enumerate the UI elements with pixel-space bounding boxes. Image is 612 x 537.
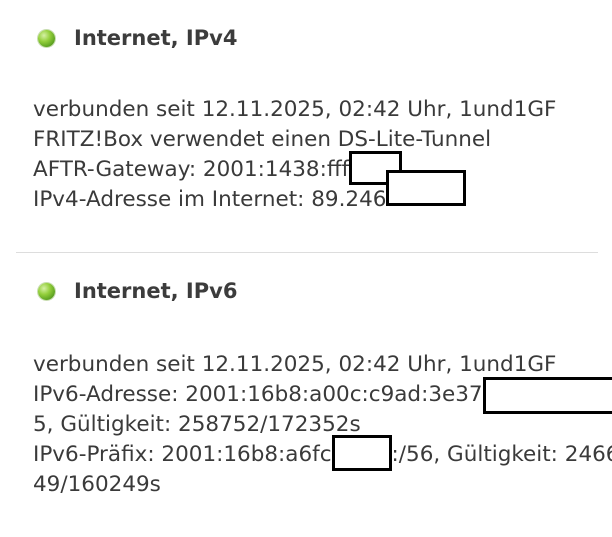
ipv6-prefix-line: IPv6-Präfix: 2001:16b8:a6fc :/56, Gültigk…: [33, 435, 612, 471]
green-status-dot-icon: [38, 282, 55, 300]
ipv6-prefix-text: IPv6-Präfix: 2001:16b8:a6fc: [33, 442, 332, 467]
aftr-gateway-text: AFTR-Gateway: 2001:1438:fff: [33, 157, 350, 182]
ipv6-address-validity: 5, Gültigkeit: 258752/172352s: [33, 412, 361, 437]
green-status-dot-icon: [38, 29, 55, 47]
ipv6-prefix-validity: :/56, Gültigkeit: 2466: [391, 442, 612, 467]
ipv6-details: verbunden seit 12.11.2025, 02:42 Uhr, 1u…: [33, 350, 612, 500]
ipv4-title: Internet, IPv4: [74, 26, 238, 50]
ipv4-connected-since: verbunden seit 12.11.2025, 02:42 Uhr, 1u…: [33, 97, 557, 122]
ipv4-address-text: IPv4-Adresse im Internet: 89.246: [33, 187, 387, 212]
ipv6-header: Internet, IPv6: [38, 277, 237, 305]
ipv4-address-line: IPv4-Adresse im Internet: 89.246: [33, 170, 556, 215]
redaction-box: [386, 170, 467, 206]
ipv4-status-section: Internet, IPv4 verbunden seit 12.11.2025…: [0, 0, 612, 252]
aftr-gateway-line: AFTR-Gateway: 2001:1438:fff: [33, 151, 556, 185]
ipv6-connected-since: verbunden seit 12.11.2025, 02:42 Uhr, 1u…: [33, 352, 557, 377]
ipv6-title: Internet, IPv6: [74, 279, 238, 303]
ipv6-address-line: IPv6-Adresse: 2001:16b8:a00c:c9ad:3e37: [33, 377, 612, 414]
redaction-box: [331, 435, 392, 471]
ipv4-ds-lite-info: FRITZ!Box verwendet einen DS-Lite-Tunnel: [33, 127, 492, 152]
redaction-box: [482, 377, 612, 414]
ipv6-address-text: IPv6-Adresse: 2001:16b8:a00c:c9ad:3e37: [33, 382, 483, 407]
ipv4-details: verbunden seit 12.11.2025, 02:42 Uhr, 1u…: [33, 95, 556, 215]
ipv6-status-section: Internet, IPv6 verbunden seit 12.11.2025…: [0, 253, 612, 537]
ipv6-prefix-validity-cont: 49/160249s: [33, 472, 161, 497]
ipv4-header: Internet, IPv4: [38, 24, 237, 52]
